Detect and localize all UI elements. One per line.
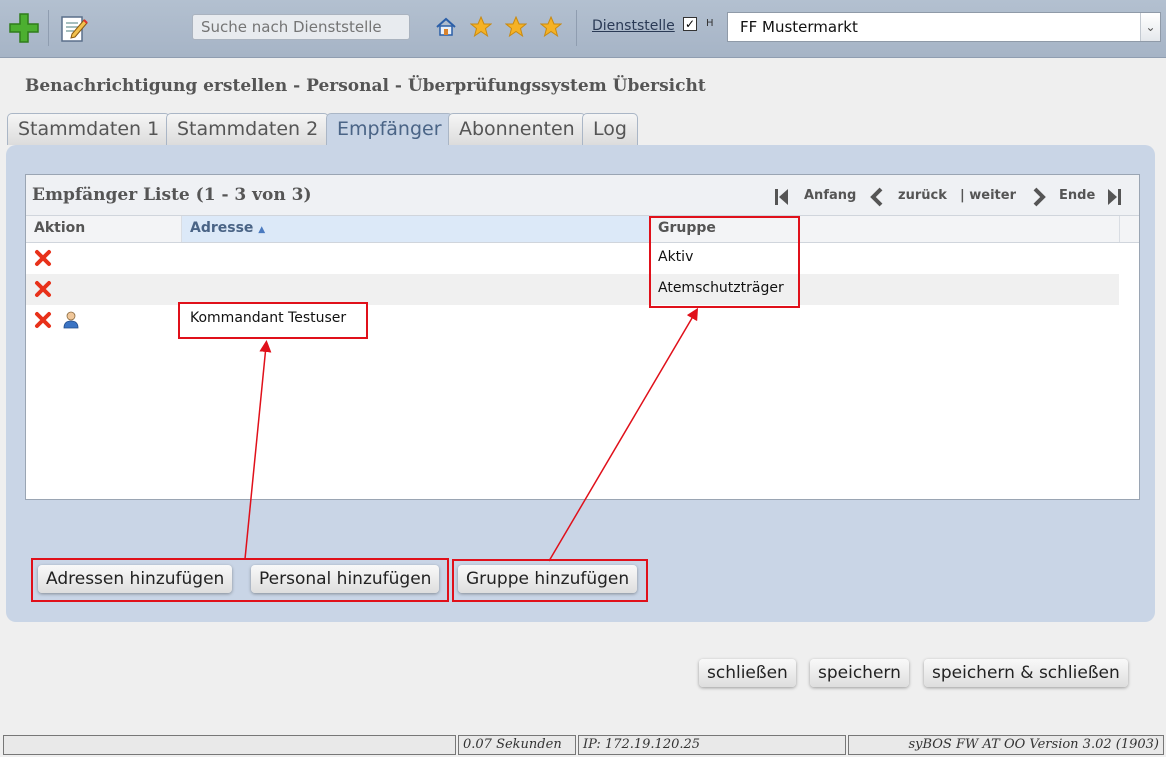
close-button[interactable]: schließen: [699, 659, 796, 687]
save-button[interactable]: speichern: [810, 659, 909, 687]
annotation-arrows: [244, 307, 699, 562]
statusbar-time: 0.07 Sekunden: [458, 735, 576, 755]
arrow-to-adresse: [244, 340, 272, 560]
add-personal-button[interactable]: Personal hinzufügen: [251, 565, 440, 593]
statusbar-version: syBOS FW AT OO Version 3.02 (1903): [848, 735, 1164, 755]
arrow-to-gruppe: [548, 307, 699, 562]
add-group-button[interactable]: Gruppe hinzufügen: [458, 565, 638, 593]
save-and-close-button[interactable]: speichern & schließen: [924, 659, 1128, 687]
add-addresses-button[interactable]: Adressen hinzufügen: [38, 565, 233, 593]
statusbar-ip: IP: 172.19.120.25: [578, 735, 846, 755]
statusbar-empty: [3, 735, 456, 755]
